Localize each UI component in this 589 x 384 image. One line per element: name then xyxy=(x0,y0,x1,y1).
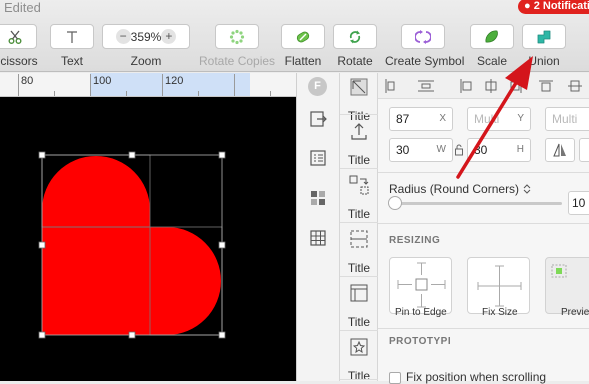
annotation-arrow xyxy=(456,56,533,179)
